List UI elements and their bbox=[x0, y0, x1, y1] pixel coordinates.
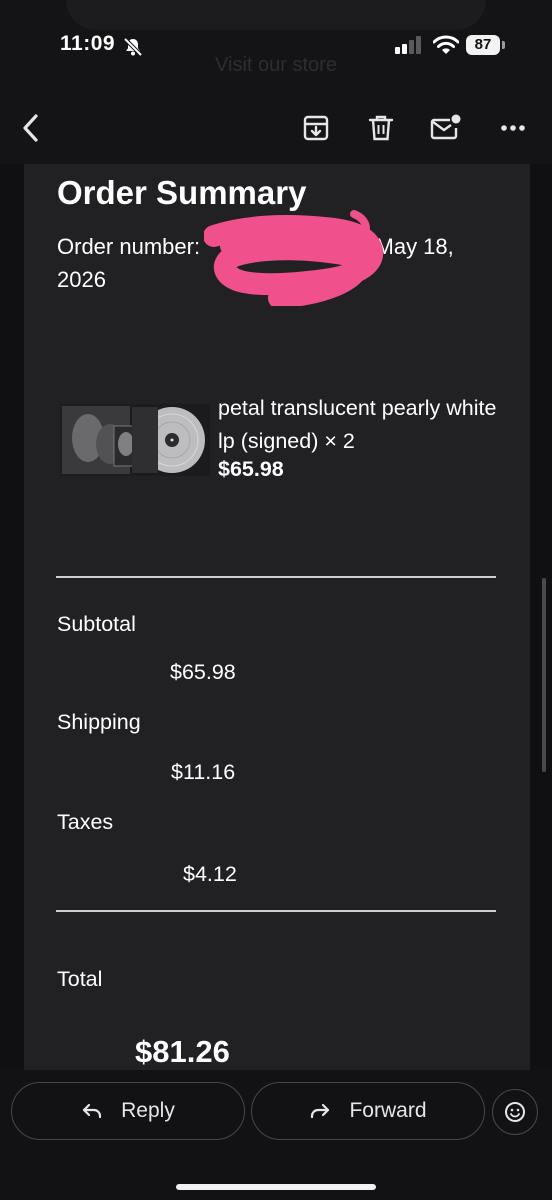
taxes-label: Taxes bbox=[57, 810, 114, 834]
forward-button[interactable]: Forward bbox=[251, 1082, 485, 1140]
email-content: Order Summary Order number: - May 18, 202… bbox=[24, 164, 530, 1070]
shipping-value: $11.16 bbox=[171, 760, 236, 784]
more-icon bbox=[501, 125, 525, 131]
redaction-scribble bbox=[204, 210, 384, 306]
faded-header-text: Visit our store bbox=[215, 54, 337, 76]
status-bar: Visit our store 11:09 87 bbox=[0, 0, 552, 92]
cellular-signal-icon bbox=[395, 36, 421, 54]
more-options-button[interactable] bbox=[491, 106, 535, 150]
reply-label: Reply bbox=[121, 1099, 175, 1122]
divider bbox=[56, 910, 496, 912]
delete-button[interactable] bbox=[359, 106, 403, 150]
scrollbar[interactable] bbox=[542, 578, 546, 772]
battery-cap bbox=[502, 41, 505, 49]
shipping-label: Shipping bbox=[57, 710, 141, 734]
taxes-value: $4.12 bbox=[183, 862, 237, 886]
total-label: Total bbox=[57, 967, 103, 991]
mark-unread-button[interactable] bbox=[424, 106, 468, 150]
smiley-icon bbox=[505, 1102, 525, 1122]
archive-icon bbox=[303, 115, 329, 141]
reply-button[interactable]: Reply bbox=[11, 1082, 245, 1140]
reply-icon bbox=[83, 1103, 102, 1119]
product-name: petal translucent pearly white lp (signe… bbox=[218, 396, 497, 453]
bell-slash-icon bbox=[123, 37, 143, 57]
product-image bbox=[60, 404, 210, 476]
archive-button[interactable] bbox=[294, 106, 338, 150]
mark-unread-icon bbox=[430, 114, 461, 140]
forward-icon bbox=[311, 1103, 330, 1119]
forward-label: Forward bbox=[349, 1099, 427, 1122]
action-bar: Reply Forward bbox=[0, 1070, 552, 1200]
trash-icon bbox=[368, 115, 394, 141]
product-price: $65.98 bbox=[218, 457, 284, 481]
total-value: $81.26 bbox=[135, 1034, 230, 1069]
email-toolbar bbox=[0, 92, 552, 164]
home-indicator[interactable] bbox=[176, 1184, 376, 1190]
wifi-icon bbox=[433, 35, 459, 54]
emoji-reaction-button[interactable] bbox=[492, 1089, 538, 1135]
status-time: 11:09 bbox=[60, 32, 116, 55]
divider bbox=[56, 576, 496, 578]
subtotal-value: $65.98 bbox=[170, 660, 236, 684]
order-number-label: Order number: bbox=[57, 234, 201, 259]
dynamic-island bbox=[66, 0, 486, 30]
subtotal-label: Subtotal bbox=[57, 612, 136, 636]
back-button[interactable] bbox=[8, 106, 52, 150]
battery-level: 87 bbox=[466, 35, 500, 55]
back-icon bbox=[23, 114, 38, 142]
